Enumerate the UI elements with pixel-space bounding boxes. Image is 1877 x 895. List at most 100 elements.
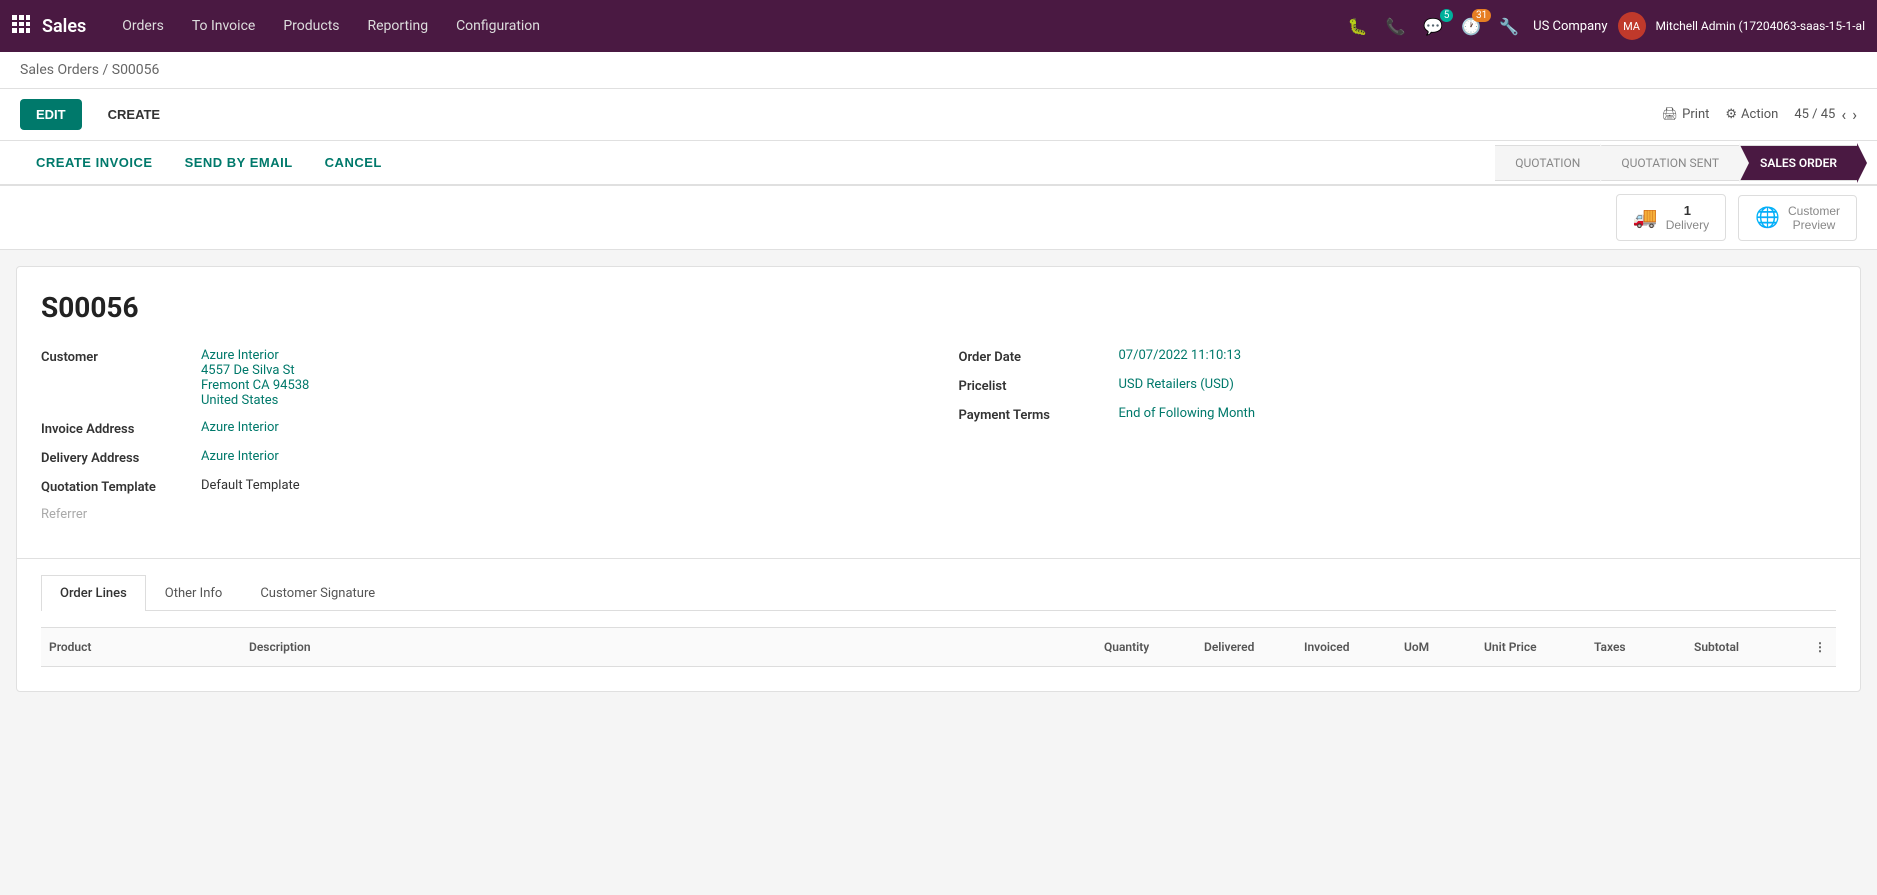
customer-address1: 4557 De Silva St [201, 363, 309, 378]
invoice-address-value[interactable]: Azure Interior [201, 420, 279, 435]
order-number: S00056 [41, 291, 1836, 324]
smart-buttons-bar: 🚚 1 Delivery 🌐 CustomerPreview [0, 186, 1877, 250]
col-subtotal: Subtotal [1686, 636, 1806, 658]
nav-links: Orders To Invoice Products Reporting Con… [110, 12, 1343, 40]
col-quantity: Quantity [1096, 636, 1196, 658]
main-content: S00056 Customer Azure Interior 4557 De S… [16, 266, 1861, 692]
customer-address2: Fremont CA 94538 [201, 378, 309, 393]
order-date-value: 07/07/2022 11:10:13 [1119, 348, 1242, 363]
action-bar: CREATE INVOICE SEND BY EMAIL CANCEL QUOT… [0, 141, 1877, 186]
invoice-address-label: Invoice Address [41, 420, 201, 437]
divider [17, 558, 1860, 559]
status-sales-order[interactable]: SALES ORDER [1739, 145, 1857, 181]
app-name: Sales [42, 16, 86, 37]
customer-field: Customer Azure Interior 4557 De Silva St… [41, 348, 919, 408]
clock-badge: 31 [1472, 9, 1491, 22]
cancel-button[interactable]: CANCEL [309, 141, 398, 184]
nav-to-invoice[interactable]: To Invoice [180, 12, 268, 40]
status-pipeline: QUOTATION QUOTATION SENT SALES ORDER [1495, 145, 1857, 181]
pagination-count: 45 / 45 [1794, 107, 1835, 122]
form-left: Customer Azure Interior 4557 De Silva St… [41, 348, 919, 534]
action-button[interactable]: ⚙ Action [1725, 107, 1778, 122]
col-uom: UoM [1396, 636, 1476, 658]
form-right: Order Date 07/07/2022 11:10:13 Pricelist… [959, 348, 1837, 534]
nav-orders[interactable]: Orders [110, 12, 176, 40]
print-button[interactable]: 🖨 Print [1662, 107, 1710, 122]
customer-name[interactable]: Azure Interior [201, 348, 309, 363]
col-product: Product [41, 636, 241, 658]
tab-other-info[interactable]: Other Info [146, 575, 242, 611]
order-date-field: Order Date 07/07/2022 11:10:13 [959, 348, 1837, 365]
company-name: US Company [1533, 19, 1607, 34]
tools-icon[interactable]: 🔧 [1495, 13, 1523, 40]
globe-icon: 🌐 [1755, 205, 1780, 230]
delivery-address-value[interactable]: Azure Interior [201, 449, 279, 464]
gear-icon: ⚙ [1725, 107, 1737, 122]
pricelist-value[interactable]: USD Retailers (USD) [1119, 377, 1234, 392]
tab-order-lines[interactable]: Order Lines [41, 575, 146, 611]
form-grid: Customer Azure Interior 4557 De Silva St… [41, 348, 1836, 534]
status-quotation[interactable]: QUOTATION [1495, 145, 1600, 181]
delivery-address-label: Delivery Address [41, 449, 201, 466]
toolbar: EDIT CREATE 🖨 Print ⚙ Action 45 / 45 ‹ › [0, 89, 1877, 141]
grid-icon[interactable] [12, 15, 30, 37]
pricelist-label: Pricelist [959, 377, 1119, 394]
breadcrumb-parent[interactable]: Sales Orders [20, 62, 99, 78]
customer-preview-button[interactable]: 🌐 CustomerPreview [1738, 195, 1857, 241]
breadcrumb: Sales Orders / S00056 [0, 52, 1877, 89]
customer-address3: United States [201, 393, 309, 408]
status-quotation-sent[interactable]: QUOTATION SENT [1600, 145, 1739, 181]
customer-preview-info: CustomerPreview [1788, 204, 1840, 232]
col-delivered: Delivered [1196, 636, 1296, 658]
delivery-address-field: Delivery Address Azure Interior [41, 449, 919, 466]
nav-configuration[interactable]: Configuration [444, 12, 552, 40]
customer-value: Azure Interior 4557 De Silva St Fremont … [201, 348, 309, 408]
delivery-label: Delivery [1666, 218, 1709, 232]
user-name: Mitchell Admin (17204063-saas-15-1-al [1656, 19, 1865, 33]
chat-icon[interactable]: 💬 5 [1419, 13, 1447, 40]
col-actions: ⋮ [1806, 636, 1836, 658]
col-taxes: Taxes [1586, 636, 1686, 658]
order-date-label: Order Date [959, 348, 1119, 365]
delivery-info: 1 Delivery [1666, 203, 1709, 232]
tabs-bar: Order Lines Other Info Customer Signatur… [41, 575, 1836, 611]
send-by-email-button[interactable]: SEND BY EMAIL [169, 141, 309, 184]
payment-terms-field: Payment Terms End of Following Month [959, 406, 1837, 423]
delivery-count: 1 [1666, 203, 1709, 218]
table-header: Product Description Quantity Delivered I… [41, 627, 1836, 667]
next-arrow[interactable]: › [1852, 105, 1857, 124]
breadcrumb-current: S00056 [112, 62, 160, 78]
edit-button[interactable]: EDIT [20, 99, 82, 130]
avatar: MA [1618, 12, 1646, 40]
clock-icon[interactable]: 🕐 31 [1457, 13, 1485, 40]
customer-label: Customer [41, 348, 201, 365]
nav-right: 🐛 📞 💬 5 🕐 31 🔧 US Company MA Mitchell Ad… [1344, 12, 1865, 40]
col-description: Description [241, 636, 1096, 658]
print-icon: 🖨 [1662, 107, 1679, 122]
pricelist-field: Pricelist USD Retailers (USD) [959, 377, 1837, 394]
payment-terms-value[interactable]: End of Following Month [1119, 406, 1255, 421]
tab-customer-signature[interactable]: Customer Signature [241, 575, 394, 611]
customer-preview-label: CustomerPreview [1788, 204, 1840, 232]
phone-icon[interactable]: 📞 [1381, 13, 1409, 40]
bug-icon[interactable]: 🐛 [1344, 13, 1372, 40]
quotation-template-value[interactable]: Default Template [201, 478, 300, 493]
col-unit-price: Unit Price [1476, 636, 1586, 658]
nav-products[interactable]: Products [271, 12, 351, 40]
prev-arrow[interactable]: ‹ [1841, 105, 1846, 124]
quotation-template-field: Quotation Template Default Template [41, 478, 919, 495]
delivery-icon: 🚚 [1633, 205, 1658, 230]
create-button[interactable]: CREATE [92, 99, 176, 130]
top-navigation: Sales Orders To Invoice Products Reporti… [0, 0, 1877, 52]
referrer-placeholder[interactable]: Referrer [41, 507, 919, 522]
pagination: 45 / 45 ‹ › [1794, 105, 1857, 124]
delivery-button[interactable]: 🚚 1 Delivery [1616, 194, 1726, 241]
payment-terms-label: Payment Terms [959, 406, 1119, 423]
quotation-template-label: Quotation Template [41, 478, 201, 495]
col-invoiced: Invoiced [1296, 636, 1396, 658]
chat-badge: 5 [1440, 9, 1454, 22]
breadcrumb-separator: / [102, 62, 108, 78]
toolbar-right: 🖨 Print ⚙ Action 45 / 45 ‹ › [1662, 105, 1857, 124]
create-invoice-button[interactable]: CREATE INVOICE [20, 141, 169, 184]
nav-reporting[interactable]: Reporting [356, 12, 441, 40]
